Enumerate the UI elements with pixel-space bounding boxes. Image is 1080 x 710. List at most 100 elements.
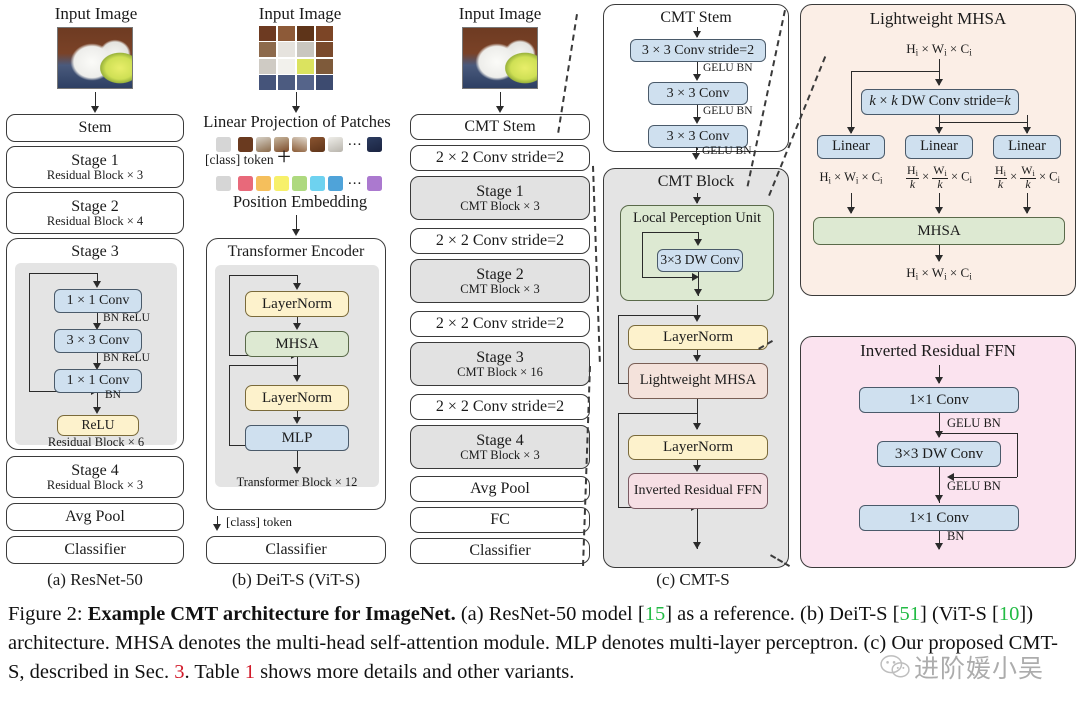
resnet-stage2-box: Stage 2 Residual Block × 4 — [6, 192, 184, 234]
column-c-label: (c) CMT-S — [656, 570, 730, 589]
resnet-stage1-box: Stage 1 Residual Block × 3 — [6, 146, 184, 188]
resnet-input-thumbnail — [57, 27, 133, 89]
figure-caption: Figure 2: Example CMT architecture for I… — [8, 600, 1072, 687]
cmt-stage2-title: Stage 2 — [476, 265, 524, 283]
cmt-conv-stride-1-label: 2 × 2 Conv stride=2 — [435, 149, 565, 167]
cmt-stage2-sub: CMT Block × 3 — [460, 281, 540, 296]
citation-51[interactable]: 51 — [900, 603, 921, 625]
deit-position-embedding-row: ... — [216, 172, 383, 194]
resnet-relu-label: ReLU — [81, 417, 115, 433]
cmt-stem-detail-panel: CMT Stem 3 × 3 Conv stride=2 GELU BN 3 ×… — [603, 4, 789, 152]
cmt-block-irffn-label: Inverted Residual FFN — [633, 483, 763, 499]
cmt-stage3-title: Stage 3 — [476, 348, 524, 366]
deit-layernorm-2-label: LayerNorm — [262, 389, 332, 406]
resnet-conv-3x3: 3 × 3 Conv — [54, 329, 142, 353]
cmt-stem-conv-2: 3 × 3 Conv — [648, 82, 748, 105]
cmt-conv-stride-2-label: 2 × 2 Conv stride=2 — [435, 232, 565, 250]
deit-patch-grid — [259, 26, 333, 90]
cmt-block-detail-panel: CMT Block Local Perception Unit 3×3 DW C… — [603, 168, 789, 568]
deit-classifier-box: Classifier — [206, 536, 386, 564]
lwmhsa-mhsa-label: MHSA — [917, 222, 961, 239]
lightweight-mhsa-panel: Lightweight MHSA Hi × Wi × Ci k × k DW C… — [800, 4, 1076, 296]
cmt-block-lpu-box: Local Perception Unit 3×3 DW Conv — [620, 205, 774, 301]
resnet-avgpool-label: Avg Pool — [65, 508, 125, 526]
cmt-stage2-box: Stage 2 CMT Block × 3 — [410, 259, 590, 303]
cmt-block-layernorm-2: LayerNorm — [628, 435, 768, 460]
deit-patch-ellipsis: ... — [348, 133, 363, 149]
cmt-conv-stride-2: 2 × 2 Conv stride=2 — [410, 228, 590, 254]
resnet-conv-1x1-a: 1 × 1 Conv — [54, 289, 142, 313]
cmt-block-lpu-title: Local Perception Unit — [632, 210, 762, 226]
cmt-input-image-title: Input Image — [458, 4, 542, 23]
resnet-stage4-title: Stage 4 — [71, 461, 119, 479]
cmt-conv-stride-1: 2 × 2 Conv stride=2 — [410, 145, 590, 171]
cmt-stem-detail-title: CMT Stem — [660, 9, 732, 26]
deit-pos-ellipsis: ... — [348, 172, 363, 188]
cmt-stem-conv-1-label: 3 × 3 Conv stride=2 — [641, 42, 755, 58]
citation-15[interactable]: 15 — [645, 603, 666, 625]
resnet-conv-1x1-a-label: 1 × 1 Conv — [66, 293, 130, 309]
cmt-stage1-box: Stage 1 CMT Block × 3 — [410, 176, 590, 220]
cmt-stage4-sub: CMT Block × 3 — [460, 447, 540, 462]
resnet-stage3-sub: Residual Block × 6 — [47, 435, 145, 449]
lwmhsa-dim-k: Hi k × Wi k × Ci — [906, 163, 972, 191]
caption-bold: Example CMT architecture for ImageNet. — [87, 603, 456, 625]
resnet-bn-relu-1: BN ReLU — [103, 312, 150, 324]
deit-classifier-label: Classifier — [265, 541, 327, 559]
deit-plus-sign: + — [277, 144, 292, 171]
cmt-conv-stride-4: 2 × 2 Conv stride=2 — [410, 394, 590, 420]
cmt-stage4-title: Stage 4 — [476, 431, 524, 449]
cmt-fc-label: FC — [490, 511, 510, 529]
cmt-block-layernorm-1: LayerNorm — [628, 325, 768, 350]
cmt-block-layernorm-1-label: LayerNorm — [663, 329, 733, 346]
cmt-block-detail-title: CMT Block — [657, 173, 735, 190]
irffn-dwconv: 3×3 DW Conv — [877, 441, 1001, 467]
column-a-label: (a) ResNet-50 — [47, 570, 143, 589]
lwmhsa-linear-q-label: Linear — [832, 138, 870, 155]
resnet-bn-label: BN — [105, 389, 121, 401]
citation-sec-3[interactable]: 3 — [174, 661, 184, 683]
lightweight-mhsa-title: Lightweight MHSA — [869, 9, 1007, 28]
lwmhsa-linear-v-label: Linear — [1008, 138, 1046, 155]
cmt-stage1-sub: CMT Block × 3 — [460, 198, 540, 213]
irffn-conv-1x1-a-label: 1×1 Conv — [909, 391, 969, 408]
deit-mhsa-label: MHSA — [275, 335, 319, 352]
deit-class-token-swatch — [216, 136, 231, 152]
resnet-relu-box: ReLU — [57, 415, 139, 436]
irffn-bn-label: BN — [947, 529, 965, 543]
caption-part5: . Table — [184, 661, 245, 684]
irffn-conv-1x1-b: 1×1 Conv — [859, 505, 1019, 531]
caption-part2: ] as a reference. (b) DeiT-S [ — [665, 603, 900, 625]
inverted-residual-ffn-panel: Inverted Residual FFN 1×1 Conv GELU BN 3… — [800, 336, 1076, 568]
deit-linear-projection-label: Linear Projection of Patches — [203, 112, 391, 131]
cmt-fc-box: FC — [410, 507, 590, 533]
deit-encoder-title: Transformer Encoder — [227, 243, 365, 260]
deit-layernorm-1: LayerNorm — [245, 291, 349, 317]
cmt-conv-stride-3: 2 × 2 Conv stride=2 — [410, 311, 590, 337]
irffn-title: Inverted Residual FFN — [860, 341, 1016, 360]
cmt-block-lpu-dwconv: 3×3 DW Conv — [657, 249, 743, 272]
resnet-stage4-box: Stage 4 Residual Block × 3 — [6, 456, 184, 498]
citation-10[interactable]: 10 — [999, 603, 1020, 625]
cmt-stage4-box: Stage 4 CMT Block × 3 — [410, 425, 590, 469]
cmt-block-lpu-dwconv-label: 3×3 DW Conv — [660, 252, 740, 268]
cmt-stem-conv-3-label: 3 × 3 Conv — [666, 128, 730, 144]
cmt-block-lightweight-mhsa: Lightweight MHSA — [628, 363, 768, 399]
resnet-stem-label: Stem — [78, 119, 112, 137]
cmt-block-layernorm-2-label: LayerNorm — [663, 439, 733, 456]
resnet-stage2-title: Stage 2 — [71, 197, 119, 215]
cmt-stage1-title: Stage 1 — [476, 182, 524, 200]
resnet-conv-3x3-label: 3 × 3 Conv — [66, 333, 130, 349]
deit-layernorm-1-label: LayerNorm — [262, 295, 332, 312]
cmt-conv-stride-4-label: 2 × 2 Conv stride=2 — [435, 398, 565, 416]
citation-table-1[interactable]: 1 — [245, 661, 255, 683]
resnet-classifier-label: Classifier — [64, 541, 126, 559]
lwmhsa-dim-q: Hi × Wi × Ci — [819, 170, 883, 186]
caption-part1: (a) ResNet-50 model [ — [455, 603, 645, 625]
resnet-stage4-sub: Residual Block × 3 — [46, 477, 144, 492]
cmt-stem-conv-1: 3 × 3 Conv stride=2 — [630, 39, 766, 62]
deit-class-token-label: [class] token — [205, 152, 274, 167]
lwmhsa-linear-k: Linear — [905, 135, 973, 159]
deit-mhsa-box: MHSA — [245, 331, 349, 357]
cmt-stem-conv-2-label: 3 × 3 Conv — [666, 85, 730, 101]
